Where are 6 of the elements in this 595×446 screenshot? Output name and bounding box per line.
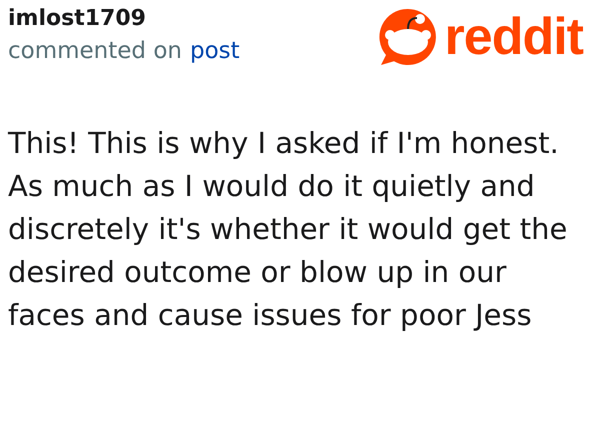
logo-wordmark: reddit bbox=[444, 11, 583, 63]
post-link[interactable]: post bbox=[190, 34, 240, 68]
logo-icon bbox=[376, 6, 439, 68]
action-text: commented on bbox=[8, 37, 182, 66]
username[interactable]: imlost1709 bbox=[8, 4, 240, 34]
comment-text: This! This is why I asked if I'm honest. As much as I would do it quietly and discretely it's whether it would get the desired outcome or blow up in our faces and cause issues for poor Jess bbox=[8, 125, 568, 334]
